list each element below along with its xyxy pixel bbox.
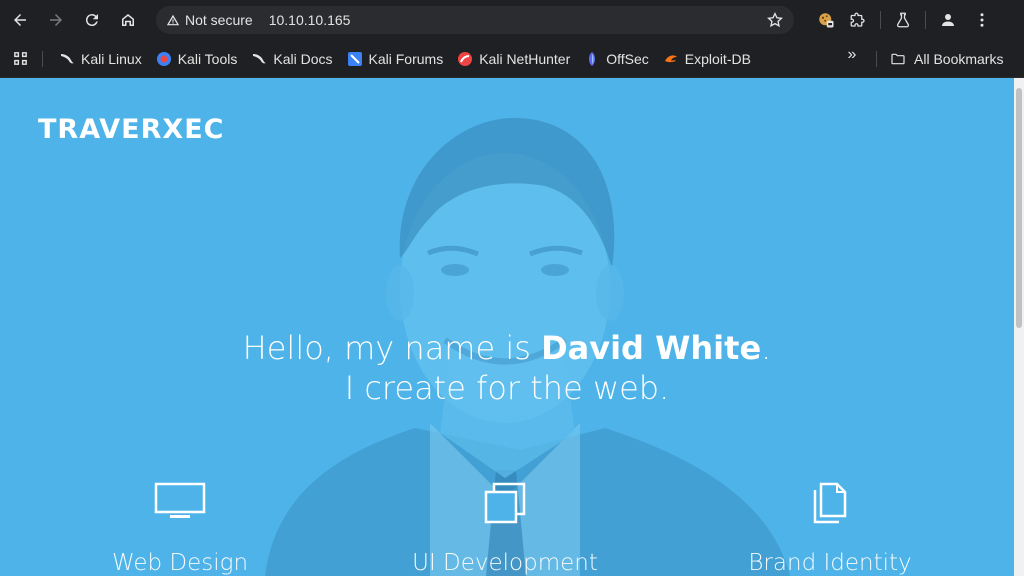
bookmark-star-button[interactable] bbox=[764, 9, 786, 31]
scrollbar-thumb[interactable] bbox=[1016, 88, 1022, 328]
profile-button[interactable] bbox=[934, 6, 962, 34]
security-indicator[interactable]: Not secure bbox=[166, 12, 253, 28]
service-label: Brand Identity bbox=[748, 550, 912, 576]
service-ui-development: UI Development bbox=[375, 482, 635, 576]
bookmarks-separator bbox=[876, 51, 877, 67]
headline-prefix: Hello, my name is bbox=[242, 329, 542, 367]
all-bookmarks-button[interactable]: All Bookmarks bbox=[890, 46, 1003, 72]
forward-button[interactable] bbox=[42, 6, 70, 34]
offsec-icon bbox=[589, 51, 596, 66]
bookmark-label: Exploit-DB bbox=[684, 50, 751, 67]
reload-icon bbox=[85, 14, 98, 27]
bookmark-exploit-db[interactable]: Exploit-DB bbox=[657, 46, 757, 72]
reload-button[interactable] bbox=[78, 6, 106, 34]
kebab-menu-icon bbox=[980, 13, 984, 27]
toolbar-actions bbox=[812, 6, 996, 34]
kali-dragon-icon bbox=[61, 53, 74, 63]
monitor-icon bbox=[154, 482, 206, 518]
bookmark-label: Kali Docs bbox=[273, 50, 333, 67]
headline-line-2: I create for the web. bbox=[344, 369, 670, 407]
back-button[interactable] bbox=[6, 6, 34, 34]
kali-tools-icon bbox=[156, 51, 171, 66]
grid-icon bbox=[13, 52, 27, 65]
site-logo[interactable]: TRAVERXEC bbox=[38, 114, 224, 145]
bookmark-label: Kali Linux bbox=[81, 50, 142, 67]
toolbar-separator bbox=[880, 11, 881, 29]
page-scrollbar[interactable] bbox=[1014, 78, 1024, 576]
bookmark-kali-forums[interactable]: Kali Forums bbox=[341, 46, 450, 72]
star-icon bbox=[767, 12, 783, 28]
bookmark-offsec[interactable]: OffSec bbox=[578, 46, 655, 72]
bookmark-label: Kali Tools bbox=[177, 50, 238, 67]
toolbar-separator bbox=[925, 11, 926, 29]
bookmark-kali-nethunter[interactable]: Kali NetHunter bbox=[451, 46, 576, 72]
bookmarks-overflow-button[interactable]: » bbox=[840, 46, 864, 64]
headline-name: David White bbox=[541, 329, 762, 367]
kali-dragon-icon bbox=[253, 53, 267, 63]
security-label: Not secure bbox=[185, 12, 253, 28]
url-text[interactable]: 10.10.10.165 bbox=[269, 12, 351, 28]
stacked-squares-icon bbox=[484, 482, 526, 524]
warning-triangle-icon bbox=[166, 14, 180, 26]
exploit-db-icon bbox=[664, 54, 677, 62]
kali-forums-icon bbox=[347, 51, 362, 66]
cookie-icon bbox=[819, 13, 834, 28]
person-icon bbox=[942, 14, 954, 26]
address-bar[interactable]: Not secure 10.10.10.165 bbox=[156, 6, 794, 34]
extensions-button[interactable] bbox=[844, 6, 872, 34]
headline-suffix: . bbox=[761, 329, 772, 367]
bookmark-kali-docs[interactable]: Kali Docs bbox=[245, 46, 338, 72]
labs-button[interactable] bbox=[889, 6, 917, 34]
puzzle-piece-icon bbox=[850, 12, 865, 27]
bookmark-kali-tools[interactable]: Kali Tools bbox=[150, 46, 244, 72]
browser-toolbar: Not secure 10.10.10.165 bbox=[0, 0, 1024, 40]
apps-button[interactable] bbox=[0, 50, 40, 67]
bookmark-label: OffSec bbox=[606, 50, 649, 67]
bookmark-kali-linux[interactable]: Kali Linux bbox=[53, 46, 148, 72]
all-bookmarks-label: All Bookmarks bbox=[914, 51, 1004, 67]
bookmark-label: Kali Forums bbox=[368, 50, 444, 67]
bookmarks-separator bbox=[42, 50, 43, 67]
hero-headline: Hello, my name is David White. I create … bbox=[0, 328, 1014, 408]
menu-button[interactable] bbox=[968, 6, 996, 34]
page-viewport: TRAVERXEC Hello, my name is David White.… bbox=[0, 78, 1014, 576]
bookmark-label: Kali NetHunter bbox=[479, 50, 571, 67]
nethunter-icon bbox=[458, 51, 473, 66]
bookmarks-bar: Kali Linux Kali Tools Kali Docs Kali For… bbox=[0, 40, 1024, 78]
flask-icon bbox=[896, 12, 910, 28]
service-label: UI Development bbox=[412, 550, 598, 576]
service-brand-identity: Brand Identity bbox=[700, 482, 960, 576]
folder-icon bbox=[891, 53, 905, 65]
arrow-right-icon bbox=[50, 14, 62, 26]
cookie-extension-button[interactable] bbox=[812, 6, 840, 34]
service-label: Web Design bbox=[111, 550, 249, 576]
home-icon bbox=[122, 14, 134, 26]
headline-line-1: Hello, my name is David White. bbox=[0, 328, 1014, 368]
home-button[interactable] bbox=[114, 6, 142, 34]
service-web-design: Web Design bbox=[50, 482, 310, 576]
arrow-left-icon bbox=[14, 14, 26, 26]
documents-icon bbox=[813, 482, 847, 524]
